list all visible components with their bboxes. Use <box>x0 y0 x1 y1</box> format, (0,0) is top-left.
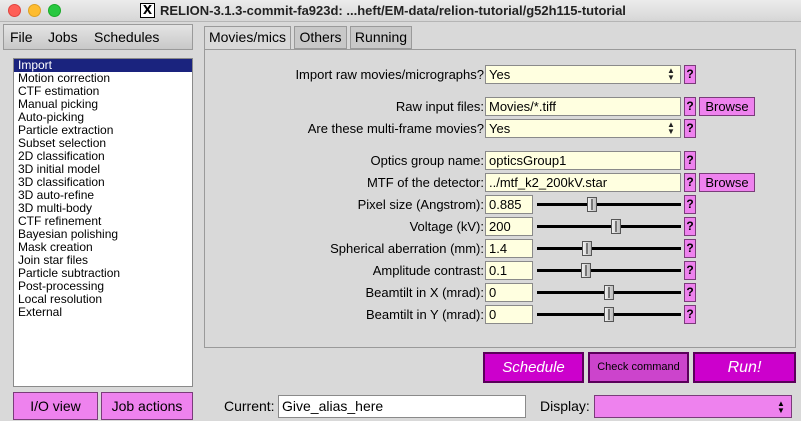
cs-label: Spherical aberration (mm): <box>330 241 484 256</box>
display-select[interactable]: ▲ ▼ <box>594 395 792 418</box>
help-button[interactable]: ? <box>684 119 696 138</box>
import-raw-value: Yes <box>489 67 511 82</box>
help-button[interactable]: ? <box>684 97 696 116</box>
current-label: Current: <box>224 398 275 414</box>
run-button[interactable]: Run! <box>693 352 796 383</box>
voltage-slider[interactable] <box>537 217 681 236</box>
amp-contrast-field[interactable]: 0.1 <box>485 261 533 280</box>
job-actions-button[interactable]: Job actions <box>101 392 193 420</box>
row-import-raw: Import raw movies/micrographs? Yes ▲ ▼ ? <box>205 65 797 85</box>
beamtilt-y-label: Beamtilt in Y (mrad): <box>365 307 484 322</box>
tab-movies-mics[interactable]: Movies/mics <box>204 26 291 50</box>
x11-logo-icon: X <box>140 3 155 18</box>
menu-file[interactable]: File <box>10 29 33 45</box>
row-multi-frame: Are these multi-frame movies? Yes ▲ ▼ ? <box>205 119 797 139</box>
tab-others[interactable]: Others <box>294 26 347 49</box>
row-mtf: MTF of the detector: ../mtf_k2_200kV.sta… <box>205 173 797 193</box>
beamtilt-y-slider[interactable] <box>537 305 681 324</box>
slider-knob[interactable] <box>582 241 593 256</box>
beamtilt-x-field[interactable]: 0 <box>485 283 533 302</box>
import-raw-select[interactable]: Yes ▲ ▼ <box>485 65 681 84</box>
parameters-panel: Import raw movies/micrographs? Yes ▲ ▼ ? … <box>204 49 796 348</box>
amp-contrast-slider[interactable] <box>537 261 681 280</box>
slider-knob[interactable] <box>611 219 622 234</box>
mtf-field[interactable]: ../mtf_k2_200kV.star <box>485 173 681 192</box>
slider-track <box>537 203 681 206</box>
slider-track <box>537 247 681 250</box>
updown-arrows-icon: ▲ ▼ <box>667 66 675 82</box>
row-amplitude-contrast: Amplitude contrast: 0.1 ? <box>205 261 797 281</box>
cs-field[interactable]: 1.4 <box>485 239 533 258</box>
beamtilt-x-label: Beamtilt in X (mrad): <box>365 285 484 300</box>
pixel-size-slider[interactable] <box>537 195 681 214</box>
slider-track <box>537 225 681 228</box>
row-beamtilt-x: Beamtilt in X (mrad): 0 ? <box>205 283 797 303</box>
updown-arrows-icon: ▲ ▼ <box>777 399 785 415</box>
menu-bar: File Jobs Schedules <box>3 24 193 50</box>
slider-knob[interactable] <box>580 263 591 278</box>
row-optics-group: Optics group name: opticsGroup1 ? <box>205 151 797 171</box>
mtf-label: MTF of the detector: <box>366 175 484 190</box>
window-title: RELION-3.1.3-commit-fa923d: ...heft/EM-d… <box>160 3 626 18</box>
help-button[interactable]: ? <box>684 217 696 236</box>
pixel-size-label: Pixel size (Angstrom): <box>357 197 484 212</box>
check-command-button[interactable]: Check command <box>588 352 689 383</box>
help-button[interactable]: ? <box>684 239 696 258</box>
minimize-window-icon[interactable] <box>28 4 41 17</box>
raw-input-field[interactable]: Movies/*.tiff <box>485 97 681 116</box>
job-type-list[interactable]: Import Motion correction CTF estimation … <box>13 58 193 387</box>
job-item-external[interactable]: External <box>14 306 192 319</box>
beamtilt-x-slider[interactable] <box>537 283 681 302</box>
help-button[interactable]: ? <box>684 261 696 280</box>
updown-arrows-icon: ▲ ▼ <box>667 120 675 136</box>
multi-frame-value: Yes <box>489 121 511 136</box>
pixel-size-field[interactable]: 0.885 <box>485 195 533 214</box>
row-pixel-size: Pixel size (Angstrom): 0.885 ? <box>205 195 797 215</box>
browse-button[interactable]: Browse <box>699 173 755 192</box>
slider-track <box>537 269 681 272</box>
help-button[interactable]: ? <box>684 195 696 214</box>
amp-contrast-label: Amplitude contrast: <box>372 263 484 278</box>
help-button[interactable]: ? <box>684 305 696 324</box>
row-raw-input: Raw input files: Movies/*.tiff ? Browse <box>205 97 797 117</box>
optics-group-field[interactable]: opticsGroup1 <box>485 151 681 170</box>
raw-input-label: Raw input files: <box>395 99 484 114</box>
slider-knob[interactable] <box>586 197 597 212</box>
voltage-field[interactable]: 200 <box>485 217 533 236</box>
help-button[interactable]: ? <box>684 283 696 302</box>
row-beamtilt-y: Beamtilt in Y (mrad): 0 ? <box>205 305 797 325</box>
row-voltage: Voltage (kV): 200 ? <box>205 217 797 237</box>
help-button[interactable]: ? <box>684 151 696 170</box>
multi-frame-label: Are these multi-frame movies? <box>307 121 484 136</box>
help-button[interactable]: ? <box>684 173 696 192</box>
menu-jobs[interactable]: Jobs <box>48 29 78 45</box>
optics-group-label: Optics group name: <box>370 153 484 168</box>
display-label: Display: <box>540 398 590 414</box>
voltage-label: Voltage (kV): <box>409 219 484 234</box>
multi-frame-select[interactable]: Yes ▲ ▼ <box>485 119 681 138</box>
maximize-window-icon[interactable] <box>48 4 61 17</box>
import-raw-label: Import raw movies/micrographs? <box>295 67 484 82</box>
row-spherical-aberration: Spherical aberration (mm): 1.4 ? <box>205 239 797 259</box>
cs-slider[interactable] <box>537 239 681 258</box>
menu-schedules[interactable]: Schedules <box>94 29 159 45</box>
help-button[interactable]: ? <box>684 65 696 84</box>
tab-running[interactable]: Running <box>350 26 412 49</box>
title-bar: X RELION-3.1.3-commit-fa923d: ...heft/EM… <box>0 0 801 22</box>
io-view-button[interactable]: I/O view <box>13 392 98 420</box>
browse-button[interactable]: Browse <box>699 97 755 116</box>
slider-knob[interactable] <box>604 285 614 300</box>
close-window-icon[interactable] <box>8 4 21 17</box>
current-alias-input[interactable]: Give_alias_here <box>278 395 526 418</box>
slider-knob[interactable] <box>604 307 614 322</box>
schedule-button[interactable]: Schedule <box>483 352 584 383</box>
beamtilt-y-field[interactable]: 0 <box>485 305 533 324</box>
